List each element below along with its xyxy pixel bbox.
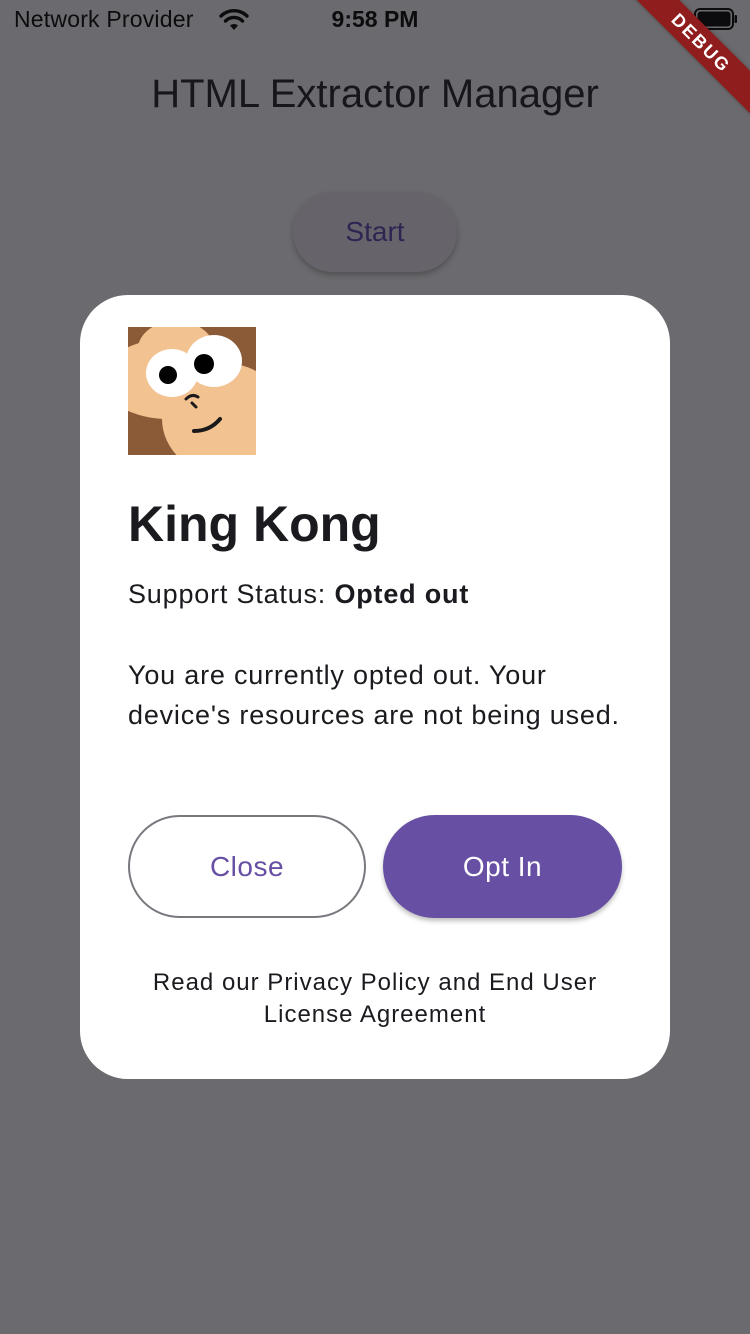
clock: 9:58 PM [331,6,419,32]
close-button[interactable]: Close [128,815,366,918]
status-bar: Network Provider 9:58 PM [0,0,750,42]
support-status-label: Support Status: [128,579,327,609]
legal-links[interactable]: Read our Privacy Policy and End User Lic… [120,967,630,1031]
monkey-avatar-icon [102,321,286,475]
opt-in-dialog: King Kong Support Status: Opted out You … [80,295,670,1079]
opt-in-button[interactable]: Opt In [383,815,622,918]
dialog-message: You are currently opted out. Your device… [128,660,620,730]
dialog-title: King Kong [128,496,381,552]
support-status: Support Status: Opted out [128,579,469,610]
app-title: HTML Extractor Manager [151,72,599,116]
support-status-value: Opted out [334,579,470,609]
start-button[interactable]: Start [293,192,457,272]
